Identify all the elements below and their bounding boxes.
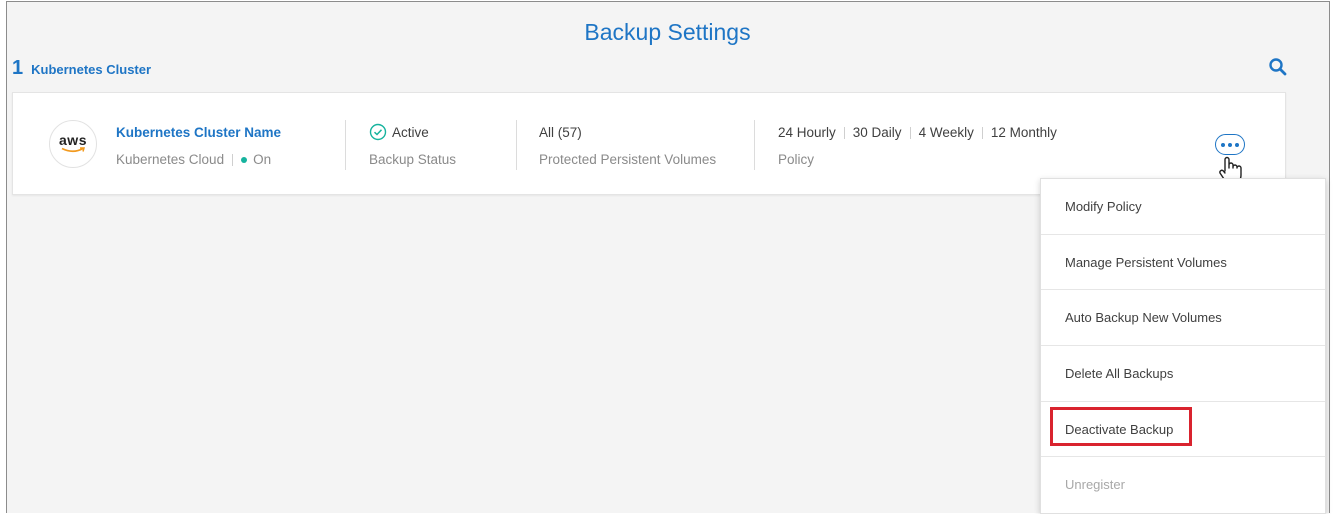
cluster-state: On	[253, 152, 272, 167]
menu-item-manage-persistent-volumes[interactable]: Manage Persistent Volumes	[1041, 235, 1325, 291]
aws-logo: aws	[49, 120, 97, 168]
separator	[981, 127, 983, 140]
policy-monthly: 12 Monthly	[990, 125, 1057, 140]
separator	[232, 154, 234, 167]
menu-item-auto-backup-new-volumes[interactable]: Auto Backup New Volumes	[1041, 290, 1325, 347]
page-title: Backup Settings	[584, 19, 751, 45]
volumes-label: Protected Persistent Volumes	[539, 152, 717, 167]
column-divider	[754, 120, 755, 170]
status-dot-icon	[241, 156, 248, 163]
menu-item-deactivate-backup[interactable]: Deactivate Backup	[1041, 402, 1325, 458]
volumes-value: All (57)	[539, 125, 582, 140]
actions-menu: Modify Policy Manage Persistent Volumes …	[1040, 178, 1326, 514]
policy-label: Policy	[778, 152, 815, 167]
volumes-column: All (57) Protected Persistent Volumes	[539, 123, 716, 170]
policy-daily: 30 Daily	[852, 125, 902, 140]
column-divider	[516, 120, 517, 170]
cluster-name-link[interactable]: Kubernetes Cluster Name	[116, 123, 281, 143]
search-icon[interactable]	[1268, 57, 1288, 77]
column-divider	[345, 120, 346, 170]
dot	[1221, 142, 1225, 147]
backup-status-value: Active	[392, 125, 429, 140]
check-circle-icon	[369, 123, 387, 141]
cluster-info: Kubernetes Cluster Name Kubernetes Cloud…	[116, 123, 281, 170]
policy-value: 24 Hourly 30 Daily 4 Weekly 12 Monthly	[778, 123, 1057, 143]
cluster-count-number: 1	[12, 57, 24, 79]
cluster-count: 1 Kubernetes Cluster	[12, 57, 151, 80]
aws-logo-text: aws	[59, 131, 87, 148]
policy-hourly: 24 Hourly	[778, 125, 836, 140]
menu-item-delete-all-backups[interactable]: Delete All Backups	[1041, 346, 1325, 402]
more-actions-button[interactable]	[1215, 134, 1245, 155]
menu-item-unregister: Unregister	[1065, 477, 1125, 493]
cluster-cloud-state: Kubernetes Cloud On	[116, 150, 281, 170]
aws-smile-icon	[61, 146, 85, 152]
separator	[909, 127, 911, 140]
cluster-cloud: Kubernetes Cloud	[116, 152, 225, 167]
backup-status-column: Active Backup Status	[369, 123, 456, 170]
dot	[1235, 142, 1239, 147]
menu-item-modify-policy[interactable]: Modify Policy	[1041, 179, 1325, 235]
backup-status-label: Backup Status	[369, 152, 457, 167]
policy-column: 24 Hourly 30 Daily 4 Weekly 12 Monthly Poli…	[778, 123, 1057, 170]
dot	[1228, 142, 1232, 147]
cluster-count-label: Kubernetes Cluster	[31, 62, 152, 77]
separator	[843, 127, 845, 140]
policy-weekly: 4 Weekly	[918, 125, 974, 140]
